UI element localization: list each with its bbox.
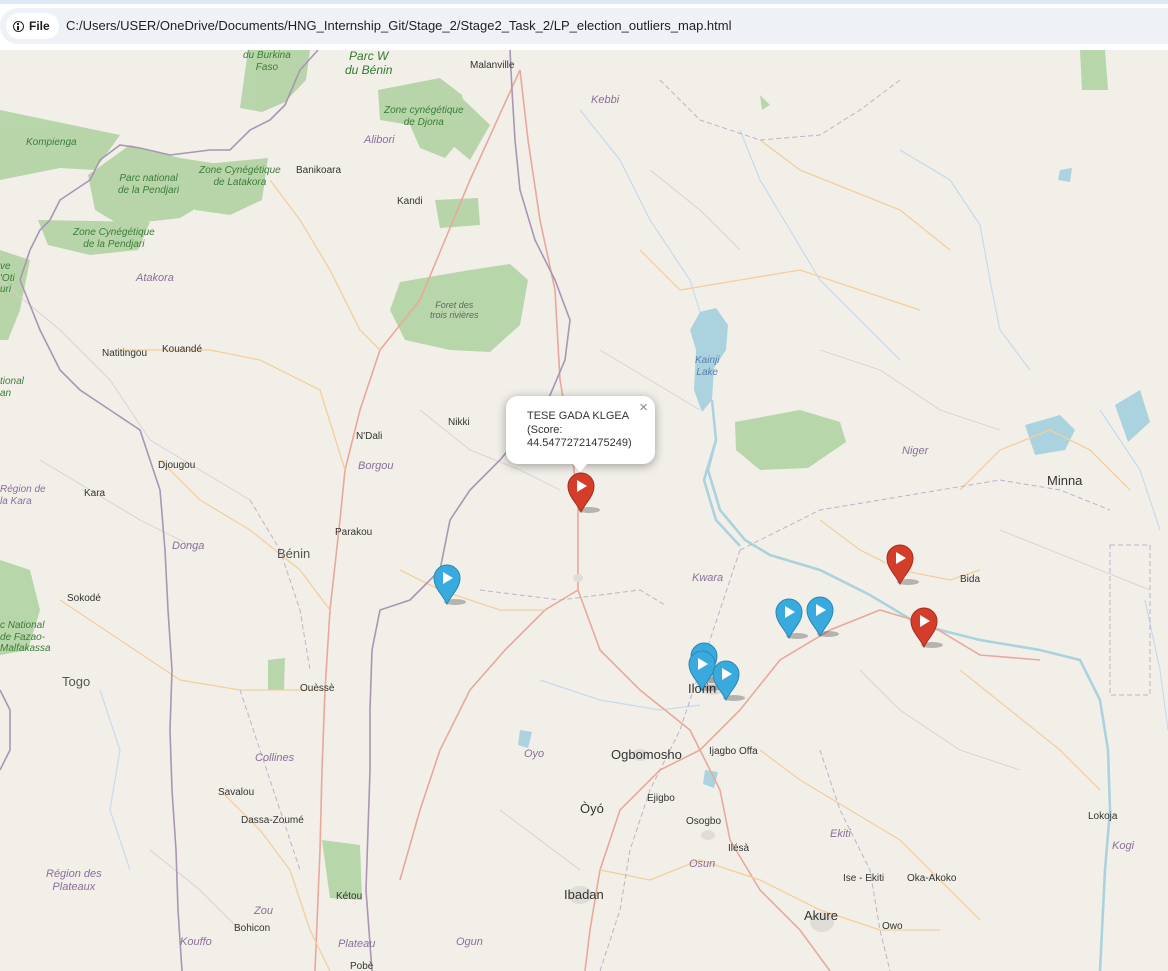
label-bida: Bida [960, 574, 981, 585]
label-lokoja: Lokoja [1088, 811, 1118, 822]
label-kandi: Kandi [397, 196, 423, 207]
map-canvas[interactable]: du Burkina Faso Parc W du Bénin Malanvil… [0, 50, 1168, 971]
label-kainji-lake: Kainji Lake [695, 355, 720, 378]
label-benin: Bénin [277, 546, 311, 561]
label-pendjari-park: Parc national de la Pendjari [118, 173, 180, 196]
label-burkina: du Burkina Faso [243, 50, 291, 73]
play-icon [886, 544, 919, 586]
popup-score-label: (Score: [527, 423, 563, 436]
label-ouesse: Ouèssè [300, 683, 335, 694]
address-bar[interactable]: File C:/Users/USER/OneDrive/Documents/HN… [0, 8, 1168, 44]
marker-red-3[interactable] [910, 607, 943, 649]
label-kompienga: Kompienga [26, 137, 77, 148]
label-dassa-zoume: Dassa-Zoumé [241, 815, 304, 826]
label-kwara: Kwara [692, 572, 724, 584]
play-icon [712, 660, 745, 702]
label-ekiti: Ekiti [830, 828, 851, 840]
label-fazao: c National de Fazao- Malfakassa [0, 620, 51, 654]
label-ibadan: Ibadan [564, 887, 604, 902]
browser-toolbar: File C:/Users/USER/OneDrive/Documents/HN… [0, 0, 1168, 50]
label-donga: Donga [172, 540, 205, 552]
label-alibori: Alibori [364, 134, 395, 146]
label-natitingou: Natitingou [102, 348, 148, 359]
marker-red-1[interactable] [567, 472, 600, 514]
label-pobe: Pobè [350, 961, 374, 971]
play-icon [806, 596, 839, 638]
info-icon [13, 20, 24, 32]
label-owo: Owo [882, 921, 903, 932]
marker-red-2[interactable] [886, 544, 919, 586]
label-kogi: Kogi [1112, 840, 1135, 852]
marker-blue-2[interactable] [775, 598, 808, 640]
label-oyo-town: Òyó [580, 801, 604, 816]
label-parakou: Parakou [335, 527, 373, 538]
label-sokode: Sokodé [67, 593, 101, 604]
label-latakora: Zone Cynégétique de Latakora [199, 165, 281, 188]
label-borgou: Borgou [358, 460, 394, 472]
popup-ward-name: TESE GADA KLGEA [527, 410, 630, 422]
label-ndali: N'Dali [356, 431, 383, 442]
label-oti: ve 'Oti uri [0, 261, 15, 295]
play-icon [433, 564, 466, 606]
label-zou: Zou [254, 905, 273, 917]
label-bohicon: Bohicon [234, 923, 271, 934]
marker-blue-6[interactable] [712, 660, 745, 702]
label-kouffo: Kouffo [180, 936, 212, 948]
tab-strip-edge [0, 0, 1168, 4]
label-djougou: Djougou [158, 460, 196, 471]
label-nikki: Nikki [448, 417, 470, 428]
file-chip-label: File [29, 19, 50, 33]
label-ejigbo: Ejigbo [647, 793, 675, 804]
play-icon [567, 472, 600, 514]
label-parc-w: Parc W du Bénin [345, 50, 393, 77]
label-ogun: Ogun [456, 936, 483, 948]
marker-blue-1[interactable] [433, 564, 466, 606]
label-plateau: Plateau [338, 938, 376, 950]
label-kouande: Kouandé [162, 344, 203, 355]
label-oyo-region: Oyo [524, 748, 545, 760]
label-oka-akoko: Oka-Akoko [907, 873, 957, 884]
label-banikoara: Banikoara [296, 165, 342, 176]
label-ilesa: Ilésà [728, 843, 750, 854]
label-atakora: Atakora [136, 272, 174, 284]
marker-popup: TESE GADA KLGEA (Score: 44.5477272147524… [506, 396, 655, 472]
label-niger: Niger [902, 445, 929, 457]
label-akure: Akure [804, 908, 838, 923]
label-malanville: Malanville [470, 60, 515, 71]
label-savalou: Savalou [218, 787, 255, 798]
label-ogbomosho: Ogbomosho [611, 747, 682, 762]
label-minna: Minna [1047, 473, 1083, 488]
popup-tip [571, 462, 589, 472]
label-togo: Togo [62, 674, 91, 689]
label-ijagbo-offa: Ijagbo Offa [709, 746, 758, 757]
label-kebbi: Kebbi [591, 94, 620, 106]
label-national-left: tional an [0, 376, 24, 399]
marker-blue-3[interactable] [806, 596, 839, 638]
label-plateaux: Région des Plateaux [46, 868, 102, 893]
popup-content: TESE GADA KLGEA (Score: 44.5477272147524… [527, 410, 632, 451]
label-pendjari-zone: Zone Cynégétique de la Pendjari [73, 227, 155, 250]
label-ise-ekiti: Ise - Ekiti [843, 873, 885, 884]
label-osogbo: Osogbo [686, 816, 722, 827]
site-info-chip[interactable]: File [6, 13, 59, 39]
popup-close-button[interactable]: × [639, 400, 648, 415]
play-icon [910, 607, 943, 649]
label-collines: Collines [255, 752, 295, 764]
label-trois-rivieres: Foret des trois rivières [430, 300, 479, 321]
label-djona: Zone cynégétique de Djona [384, 105, 464, 128]
label-region-kara: Région de la Kara [0, 484, 46, 507]
url-text[interactable]: C:/Users/USER/OneDrive/Documents/HNG_Int… [66, 18, 732, 33]
label-ketou: Kétou [336, 891, 363, 902]
popup-score-value: 44.54772721475249) [527, 437, 632, 449]
label-kara: Kara [84, 488, 106, 499]
label-osun: Osun [689, 858, 716, 870]
